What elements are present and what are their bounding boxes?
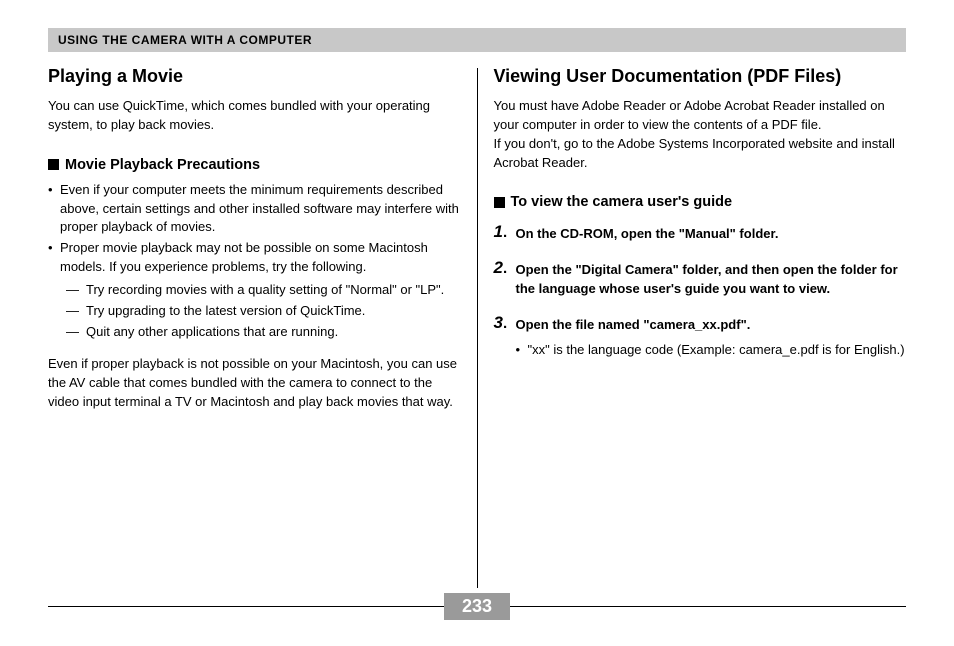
step-note: • "xx" is the language code (Example: ca… xyxy=(516,340,907,360)
square-bullet-icon xyxy=(48,159,59,170)
step-number: 1. xyxy=(494,222,516,244)
left-subhead: Movie Playback Precautions xyxy=(48,157,461,173)
page-footer: 233 xyxy=(48,593,906,620)
step-text: On the CD-ROM, open the "Manual" folder. xyxy=(516,222,907,244)
bullet-icon: • xyxy=(48,181,60,238)
step-item: 3. Open the file named "camera_xx.pdf". … xyxy=(494,313,907,360)
right-column: Viewing User Documentation (PDF Files) Y… xyxy=(478,66,907,590)
dash-text: Try upgrading to the latest version of Q… xyxy=(86,302,365,321)
list-item: — Try upgrading to the latest version of… xyxy=(66,302,461,321)
step-number: 3. xyxy=(494,313,516,360)
bullet-text: Proper movie playback may not be possibl… xyxy=(60,239,461,277)
left-para-after: Even if proper playback is not possible … xyxy=(48,355,461,412)
step-note-text: "xx" is the language code (Example: came… xyxy=(528,340,905,360)
step-number: 2. xyxy=(494,258,516,299)
dash-text: Quit any other applications that are run… xyxy=(86,323,338,342)
dash-icon: — xyxy=(66,323,86,342)
step-item: 2. Open the "Digital Camera" folder, and… xyxy=(494,258,907,299)
square-bullet-icon xyxy=(494,197,505,208)
bullet-icon: • xyxy=(48,239,60,277)
footer-rule-right xyxy=(510,606,906,607)
dash-list: — Try recording movies with a quality se… xyxy=(66,281,461,342)
list-item: — Try recording movies with a quality se… xyxy=(66,281,461,300)
list-item: • Proper movie playback may not be possi… xyxy=(48,239,461,277)
left-subhead-text: Movie Playback Precautions xyxy=(65,157,260,173)
precaution-list: • Even if your computer meets the minimu… xyxy=(48,181,461,342)
right-intro1: You must have Adobe Reader or Adobe Acro… xyxy=(494,97,907,135)
list-item: — Quit any other applications that are r… xyxy=(66,323,461,342)
dash-icon: — xyxy=(66,302,86,321)
step-text: Open the file named "camera_xx.pdf". • "… xyxy=(516,313,907,360)
dash-icon: — xyxy=(66,281,86,300)
page-number: 233 xyxy=(444,593,510,620)
right-subhead-text: To view the camera user's guide xyxy=(511,194,733,210)
right-intro2: If you don't, go to the Adobe Systems In… xyxy=(494,135,907,173)
right-subhead: To view the camera user's guide xyxy=(494,194,907,210)
footer-rule-left xyxy=(48,606,444,607)
list-item: • Even if your computer meets the minimu… xyxy=(48,181,461,238)
bullet-text: Even if your computer meets the minimum … xyxy=(60,181,461,238)
step-text: Open the "Digital Camera" folder, and th… xyxy=(516,258,907,299)
left-intro: You can use QuickTime, which comes bundl… xyxy=(48,97,461,135)
left-column: Playing a Movie You can use QuickTime, w… xyxy=(48,66,477,590)
section-header: USING THE CAMERA WITH A COMPUTER xyxy=(48,28,906,52)
left-title: Playing a Movie xyxy=(48,66,461,87)
dash-text: Try recording movies with a quality sett… xyxy=(86,281,444,300)
step-item: 1. On the CD-ROM, open the "Manual" fold… xyxy=(494,222,907,244)
steps-list: 1. On the CD-ROM, open the "Manual" fold… xyxy=(494,222,907,360)
right-title: Viewing User Documentation (PDF Files) xyxy=(494,66,907,87)
bullet-icon: • xyxy=(516,340,528,360)
